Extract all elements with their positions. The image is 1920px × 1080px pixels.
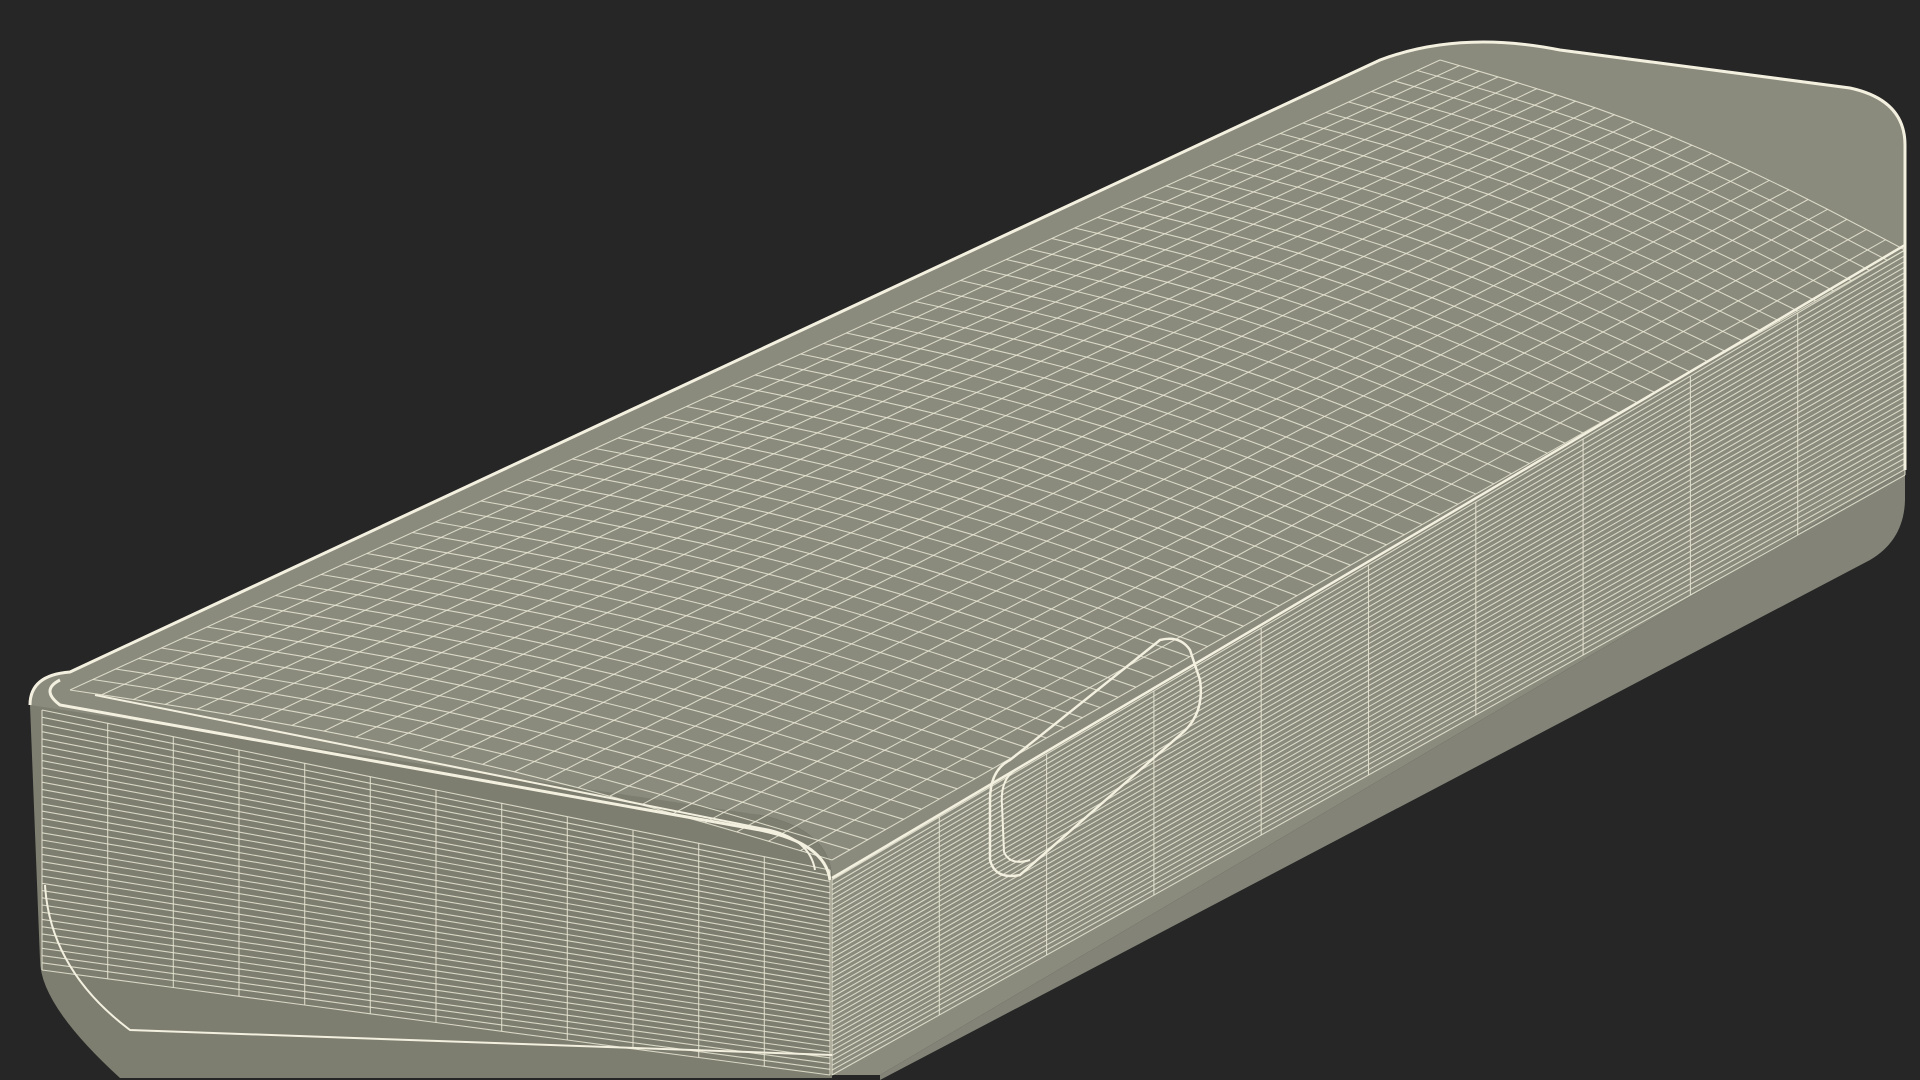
wireframe-scene bbox=[0, 0, 1920, 1080]
viewport bbox=[0, 0, 1920, 1080]
